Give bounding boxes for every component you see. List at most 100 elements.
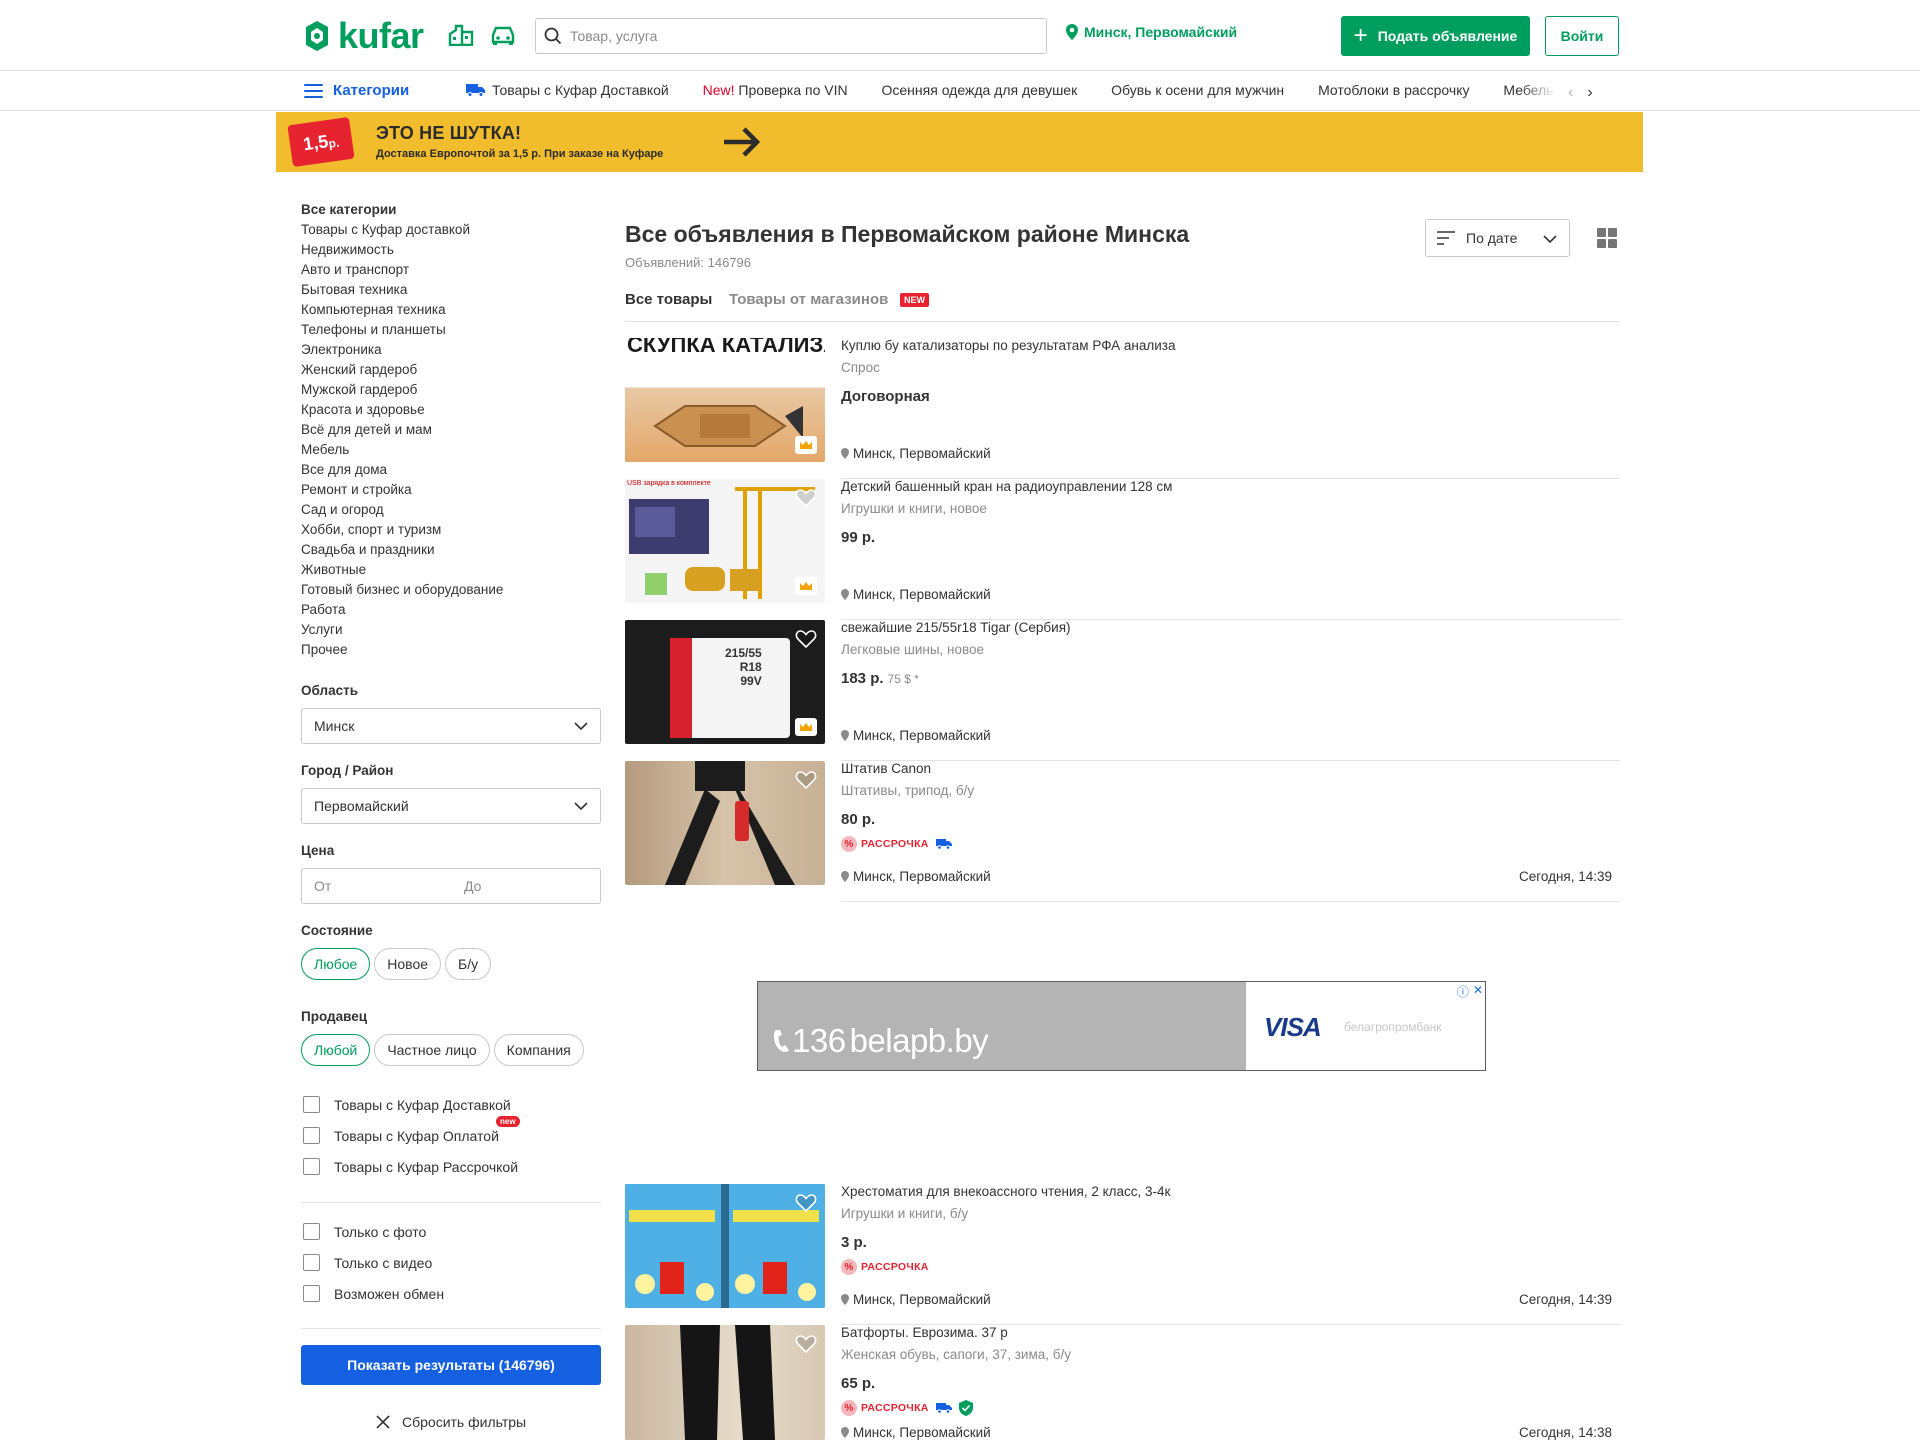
post-ad-button[interactable]: + Подать объявление: [1341, 16, 1530, 56]
seller-private[interactable]: Частное лицо: [374, 1034, 490, 1066]
listing-info: Хрестоматия для внекоассного чтения, 2 к…: [841, 1184, 1620, 1325]
location-selector[interactable]: Минск, Первомайский: [1066, 24, 1237, 40]
heart-icon[interactable]: [795, 769, 817, 791]
nav-link-womens-autumn[interactable]: Осенняя одежда для девушек: [882, 82, 1078, 98]
filter-exchange[interactable]: Возможен обмен: [303, 1285, 444, 1302]
listing-card[interactable]: 215/55 R18 99V свежайшие 215/55r18 Tigar (…: [625, 620, 1620, 761]
login-button[interactable]: Войти: [1545, 16, 1619, 56]
listing-price: 80 р.: [841, 811, 876, 828]
category-item[interactable]: Товары с Куфар доставкой: [301, 220, 601, 240]
ad-info-icon[interactable]: ⓘ: [1457, 983, 1469, 1000]
checkbox-label: Товары с Куфар Рассрочкой: [334, 1158, 519, 1175]
listing-title[interactable]: Детский башенный кран на радиоуправлении…: [841, 479, 1172, 494]
search-field[interactable]: [535, 18, 1047, 54]
heart-icon[interactable]: [795, 1333, 817, 1355]
listing-title[interactable]: Батфорты. Еврозима. 37 р: [841, 1325, 1008, 1340]
checkbox[interactable]: [303, 1285, 320, 1302]
reset-filters-button[interactable]: Сбросить фильтры: [376, 1414, 526, 1430]
listing-title[interactable]: свежайшие 215/55r18 Tigar (Сербия): [841, 620, 1071, 635]
filter-only-photo[interactable]: Только с фото: [303, 1223, 426, 1240]
price-from-input[interactable]: [302, 869, 452, 903]
listing-title[interactable]: Штатив Canon: [841, 761, 931, 776]
filter-only-video[interactable]: Только с видео: [303, 1254, 432, 1271]
kufar-logo[interactable]: kufar: [301, 17, 424, 55]
listing-title[interactable]: Куплю бу катализаторы по результатам РФА…: [841, 338, 1176, 353]
chevron-right-icon[interactable]: ›: [1587, 84, 1592, 102]
category-item[interactable]: Хобби, спорт и туризм: [301, 520, 601, 540]
heart-icon[interactable]: [795, 487, 817, 509]
condition-used[interactable]: Б/у: [445, 948, 492, 980]
category-item[interactable]: Прочее: [301, 640, 601, 660]
listing-image[interactable]: USB зарядка в комплекте: [625, 479, 825, 603]
category-item[interactable]: Красота и здоровье: [301, 400, 601, 420]
nav-link-vin[interactable]: New! Проверка по VIN: [703, 82, 848, 98]
category-item[interactable]: Компьютерная техника: [301, 300, 601, 320]
region-select[interactable]: Минск: [301, 708, 601, 744]
real-estate-icon[interactable]: [448, 24, 476, 48]
listing-image[interactable]: [625, 1325, 825, 1440]
listing-card[interactable]: СКУПКА КАТАЛИЗАТОРОВ Куплю бу катализато…: [625, 338, 1620, 479]
listing-card[interactable]: Батфорты. Еврозима. 37 р Женская обувь, …: [625, 1325, 1620, 1440]
sort-select[interactable]: По дате: [1425, 219, 1570, 257]
category-item[interactable]: Мебель: [301, 440, 601, 460]
category-item[interactable]: Сад и огород: [301, 500, 601, 520]
tab-all-goods[interactable]: Все товары: [625, 291, 712, 308]
categories-menu-button[interactable]: Категории: [304, 82, 409, 99]
seller-any[interactable]: Любой: [301, 1034, 371, 1066]
listing-title[interactable]: Хрестоматия для внекоассного чтения, 2 к…: [841, 1184, 1170, 1199]
tab-shop-goods[interactable]: Товары от магазинов: [729, 291, 888, 308]
checkbox[interactable]: [303, 1127, 320, 1144]
nav-link-mens-shoes[interactable]: Обувь к осени для мужчин: [1111, 82, 1284, 98]
category-item[interactable]: Свадьба и праздники: [301, 540, 601, 560]
category-item[interactable]: Телефоны и планшеты: [301, 320, 601, 340]
catalyst-picture: [653, 405, 803, 447]
chevron-left-icon[interactable]: ‹: [1568, 84, 1573, 102]
listing-card[interactable]: USB зарядка в комплекте Детский башенный…: [625, 479, 1620, 620]
category-item[interactable]: Женский гардероб: [301, 360, 601, 380]
car-icon[interactable]: [490, 24, 518, 48]
ad-close-icon[interactable]: ✕: [1473, 983, 1483, 1000]
promo-banner[interactable]: 1,5 р. ЭТО НЕ ШУТКА! Доставка Европочтой …: [276, 112, 1643, 172]
category-item[interactable]: Готовый бизнес и оборудование: [301, 580, 601, 600]
nav-link-delivery[interactable]: Товары с Куфар Доставкой: [466, 82, 669, 98]
listing-subtitle: Игрушки и книги, б/у: [841, 1206, 969, 1221]
listing-image[interactable]: [625, 1184, 825, 1308]
price-label: Цена: [301, 843, 335, 858]
condition-new[interactable]: Новое: [374, 948, 442, 980]
category-item[interactable]: Всё для детей и мам: [301, 420, 601, 440]
category-item[interactable]: Недвижимость: [301, 240, 601, 260]
heart-icon[interactable]: [795, 1192, 817, 1214]
category-item[interactable]: Авто и транспорт: [301, 260, 601, 280]
checkbox[interactable]: [303, 1254, 320, 1271]
advertisement[interactable]: 136 belapb.by VISA белагропромбанк ⓘ ✕: [757, 981, 1486, 1071]
filter-kufar-installment[interactable]: Товары с Куфар Рассрочкой: [303, 1158, 518, 1175]
category-item[interactable]: Бытовая техника: [301, 280, 601, 300]
category-item[interactable]: Ремонт и стройка: [301, 480, 601, 500]
show-results-button[interactable]: Показать результаты (146796): [301, 1345, 601, 1385]
checkbox[interactable]: [303, 1096, 320, 1113]
price-to-input[interactable]: [452, 869, 602, 903]
checkbox[interactable]: [303, 1158, 320, 1175]
city-select[interactable]: Первомайский: [301, 788, 601, 824]
condition-any[interactable]: Любое: [301, 948, 371, 980]
seller-company[interactable]: Компания: [493, 1034, 584, 1066]
listing-image[interactable]: [625, 761, 825, 885]
heart-icon[interactable]: [795, 628, 817, 650]
category-all[interactable]: Все категории: [301, 200, 601, 220]
category-item[interactable]: Все для дома: [301, 460, 601, 480]
filter-kufar-delivery[interactable]: Товары с Куфар Доставкой: [303, 1096, 511, 1113]
grid-view-icon[interactable]: [1597, 228, 1617, 248]
nav-link-motoblocks[interactable]: Мотоблоки в рассрочку: [1318, 82, 1469, 98]
listing-card[interactable]: Хрестоматия для внекоассного чтения, 2 к…: [625, 1184, 1620, 1325]
listing-image[interactable]: 215/55 R18 99V: [625, 620, 825, 744]
category-item[interactable]: Электроника: [301, 340, 601, 360]
listing-card[interactable]: Штатив Canon Штативы, трипод, б/у 80 р. …: [625, 761, 1620, 902]
filter-kufar-payment[interactable]: Товары с Куфар Оплатой: [303, 1127, 499, 1144]
category-item[interactable]: Животные: [301, 560, 601, 580]
category-item[interactable]: Мужской гардероб: [301, 380, 601, 400]
search-input[interactable]: [570, 28, 1030, 44]
listing-image[interactable]: СКУПКА КАТАЛИЗАТОРОВ: [625, 338, 825, 462]
category-item[interactable]: Работа: [301, 600, 601, 620]
category-item[interactable]: Услуги: [301, 620, 601, 640]
checkbox[interactable]: [303, 1223, 320, 1240]
